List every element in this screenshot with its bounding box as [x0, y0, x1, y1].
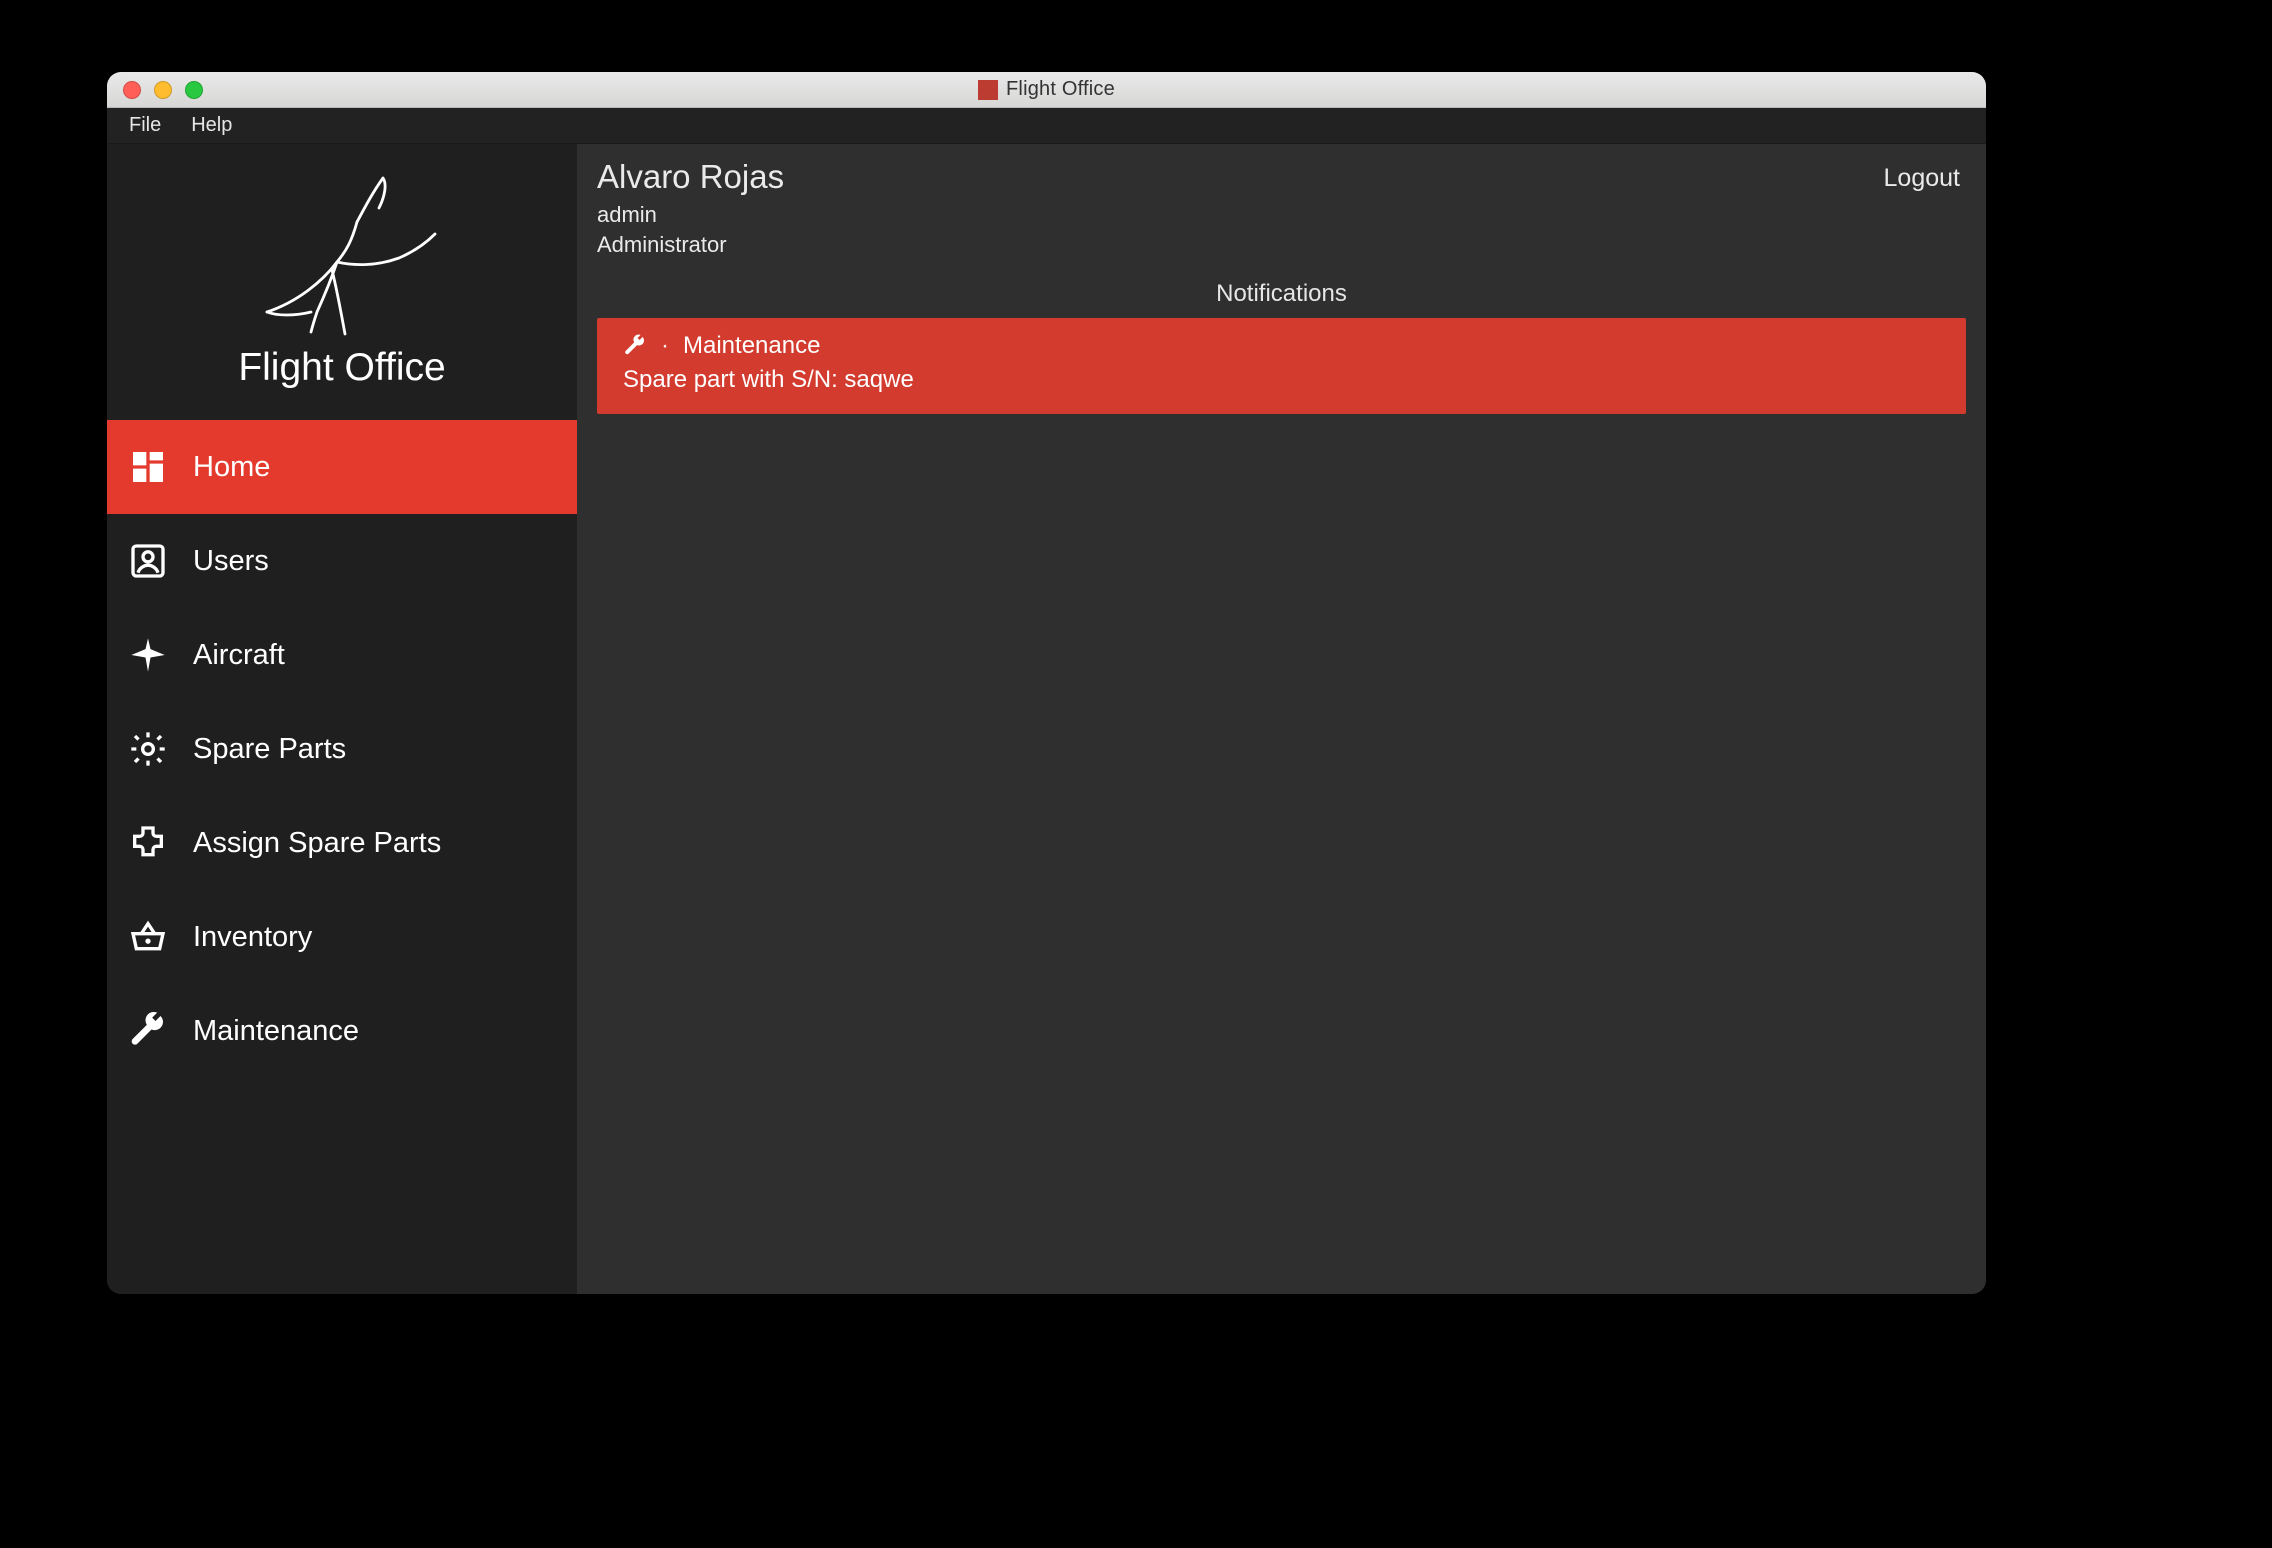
extension-icon — [127, 822, 169, 864]
notification-header: · Maintenance — [623, 332, 1940, 360]
sidebar-item-label: Aircraft — [193, 639, 285, 672]
sidebar: Flight Office Home Users — [107, 144, 577, 1294]
sidebar-item-spare-parts[interactable]: Spare Parts — [107, 702, 577, 796]
header-row: Alvaro Rojas admin Administrator Logout — [597, 158, 1966, 260]
content: Flight Office Home Users — [107, 144, 1986, 1294]
main-panel: Alvaro Rojas admin Administrator Logout … — [577, 144, 1986, 1294]
menubar: File Help — [107, 108, 1986, 144]
notification-message: Spare part with S/N: saqwe — [623, 366, 1940, 394]
sidebar-item-home[interactable]: Home — [107, 420, 577, 514]
window-title-wrap: Flight Office — [107, 78, 1986, 101]
sidebar-item-label: Inventory — [193, 921, 312, 954]
menu-help[interactable]: Help — [191, 114, 232, 137]
window-minimize-button[interactable] — [154, 81, 172, 99]
user-username: admin — [597, 200, 784, 230]
bird-logo-icon — [237, 162, 447, 342]
wrench-icon — [623, 334, 647, 358]
menu-file[interactable]: File — [129, 114, 161, 137]
sidebar-item-inventory[interactable]: Inventory — [107, 890, 577, 984]
traffic-lights — [123, 81, 203, 99]
window-zoom-button[interactable] — [185, 81, 203, 99]
sidebar-item-users[interactable]: Users — [107, 514, 577, 608]
notifications-heading: Notifications — [597, 280, 1966, 308]
sidebar-item-label: Assign Spare Parts — [193, 827, 441, 860]
sidebar-item-label: Users — [193, 545, 269, 578]
user-role: Administrator — [597, 230, 784, 260]
basket-icon — [127, 916, 169, 958]
window-close-button[interactable] — [123, 81, 141, 99]
notification-card[interactable]: · Maintenance Spare part with S/N: saqwe — [597, 318, 1966, 414]
app-window: Flight Office File Help Flight Off — [107, 72, 1986, 1294]
user-block: Alvaro Rojas admin Administrator — [597, 158, 784, 260]
sidebar-item-label: Home — [193, 451, 270, 484]
sidebar-item-label: Spare Parts — [193, 733, 346, 766]
sidebar-item-aircraft[interactable]: Aircraft — [107, 608, 577, 702]
brand-block: Flight Office — [107, 154, 577, 402]
notification-category: Maintenance — [683, 332, 820, 360]
app-icon — [978, 80, 998, 100]
separator-dot: · — [661, 332, 669, 360]
logout-button[interactable]: Logout — [1884, 164, 1960, 193]
sidebar-item-maintenance[interactable]: Maintenance — [107, 984, 577, 1078]
window-titlebar: Flight Office — [107, 72, 1986, 108]
user-icon — [127, 540, 169, 582]
brand-name: Flight Office — [238, 346, 445, 390]
sidebar-item-label: Maintenance — [193, 1015, 359, 1048]
airplane-icon — [127, 634, 169, 676]
user-display-name: Alvaro Rojas — [597, 158, 784, 196]
sidebar-item-assign-spare-parts[interactable]: Assign Spare Parts — [107, 796, 577, 890]
gear-icon — [127, 728, 169, 770]
dashboard-icon — [127, 446, 169, 488]
wrench-icon — [127, 1010, 169, 1052]
sidebar-nav: Home Users Aircraft — [107, 420, 577, 1078]
window-title: Flight Office — [1006, 78, 1115, 101]
